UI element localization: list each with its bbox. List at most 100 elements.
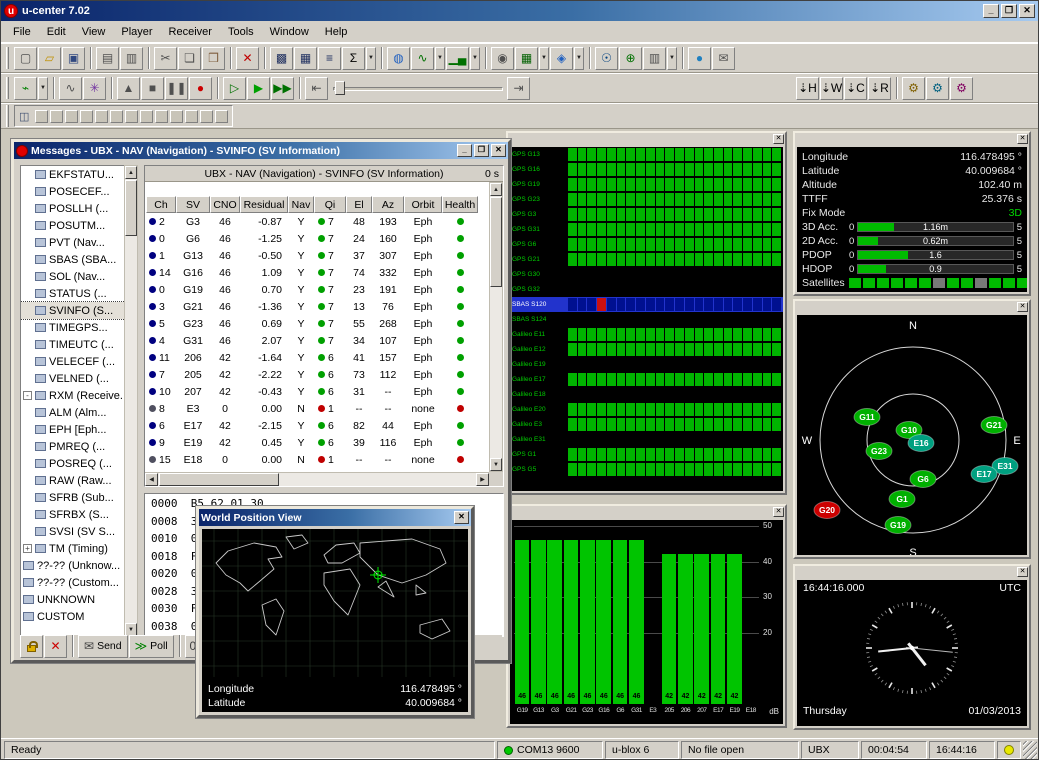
close-button[interactable]: ✕ [1019, 4, 1035, 18]
warmstart-button[interactable]: ⇣W [820, 77, 843, 100]
chart-view[interactable]: ∿ [411, 47, 434, 70]
tree-item-svinfo-s[interactable]: SVINFO (S... [21, 302, 137, 319]
world-position-window[interactable]: World Position View ✕ Longitude 116.4784… [196, 506, 474, 718]
table-h-scrollbar[interactable]: ◀ ▶ [145, 472, 489, 486]
connect-receiver[interactable]: ⌁ [14, 77, 37, 100]
menu-receiver[interactable]: Receiver [161, 23, 220, 41]
column-header-az[interactable]: Az [372, 196, 404, 213]
table-view[interactable]: ▦ [515, 47, 538, 70]
statistic-view[interactable]: Σ [342, 47, 365, 70]
packet-console[interactable]: ▩ [270, 47, 293, 70]
table-row[interactable]: 1G1346-0.50Y737307Eph [146, 247, 488, 264]
tree-item-sol-nav[interactable]: SOL (Nav... [21, 268, 137, 285]
clear-button[interactable]: ✕ [44, 635, 67, 658]
tree-item-svsi-sv-s[interactable]: SVSI (SV S... [21, 523, 137, 540]
sky-view-strip[interactable]: ✕ [795, 301, 1029, 313]
play-button[interactable]: ▶ [247, 77, 270, 100]
jump-to-start-button[interactable]: ⇤ [305, 77, 328, 100]
column-header-cno[interactable]: CNO [210, 196, 240, 213]
table-row[interactable]: 0G646-1.25Y724160Eph [146, 230, 488, 247]
tree-item-unknown[interactable]: UNKNOWN [21, 591, 137, 608]
jump-to-end-button[interactable]: ⇥ [507, 77, 530, 100]
tree-item-sfrbx-s[interactable]: SFRBX (S... [21, 506, 137, 523]
table-row[interactable]: 1020742-0.43Y631--Eph [146, 383, 488, 400]
debug-trace[interactable]: ✳ [83, 77, 106, 100]
camera-view[interactable]: ◉ [491, 47, 514, 70]
histogram-view-dropdown[interactable]: ▼ [470, 47, 480, 70]
table-row[interactable]: 14G16461.09Y774332Eph [146, 264, 488, 281]
scroll-up-button[interactable]: ▲ [125, 166, 137, 179]
menu-view[interactable]: View [74, 23, 114, 41]
tree-item-alm-alm[interactable]: ALM (Alm... [21, 404, 137, 421]
statistic-view-dropdown[interactable]: ▼ [366, 47, 376, 70]
tree-item-timegps[interactable]: TIMEGPS... [21, 319, 137, 336]
google-earth[interactable]: ● [688, 47, 711, 70]
tree-item-custom[interactable]: CUSTOM [21, 608, 137, 625]
tree-item-velned[interactable]: VELNED (... [21, 370, 137, 387]
coldstart-button[interactable]: ⇣C [844, 77, 867, 100]
maximize-button[interactable]: ❐ [1001, 4, 1017, 18]
map-view[interactable]: ◈ [550, 47, 573, 70]
tree-item-sbas-sba[interactable]: SBAS (SBA... [21, 251, 137, 268]
table-row[interactable]: 6E1742-2.15Y68244Eph [146, 417, 488, 434]
scroll-left-button[interactable]: ◀ [145, 473, 158, 486]
receiver-reset-button[interactable]: ⇣R [868, 77, 891, 100]
docking-windows[interactable]: ▥ [643, 47, 666, 70]
column-header-qi[interactable]: Qi [314, 196, 346, 213]
table-row[interactable]: 1120642-1.64Y641157Eph [146, 349, 488, 366]
print-preview[interactable]: ▥ [120, 47, 143, 70]
chart-view-dropdown[interactable]: ▼ [435, 47, 445, 70]
send-button[interactable]: ✉Send [78, 635, 128, 658]
tree-item-posecef[interactable]: POSECEF... [21, 183, 137, 200]
column-header-ch[interactable]: Ch [146, 196, 176, 213]
tree-item-posreq[interactable]: POSREQ (... [21, 455, 137, 472]
tree-expander[interactable]: + [23, 544, 32, 553]
menu-file[interactable]: File [5, 23, 39, 41]
tree-item-tm-timing[interactable]: +TM (Timing) [21, 540, 137, 557]
scroll-down-button[interactable]: ▼ [490, 458, 502, 471]
tree-item-pvt-nav[interactable]: PVT (Nav... [21, 234, 137, 251]
tree-item-unknow[interactable]: ??-?? (Unknow... [21, 557, 137, 574]
fast-forward-button[interactable]: ▶▶ [271, 77, 294, 100]
column-header-nav[interactable]: Nav [288, 196, 314, 213]
tree-item-velecef[interactable]: VELECEF (... [21, 353, 137, 370]
clock-panel-strip[interactable]: ✕ [795, 566, 1029, 578]
messages-maximize-button[interactable]: ❐ [474, 144, 489, 157]
gnss-config[interactable]: ⚙ [926, 77, 949, 100]
open-file[interactable]: ▱ [38, 47, 61, 70]
resize-grip[interactable] [1023, 741, 1037, 759]
record-button[interactable]: ● [189, 77, 212, 100]
tree-item-rxm-receive[interactable]: -RXM (Receive... [21, 387, 137, 404]
autosend-lock[interactable] [20, 635, 43, 658]
messages-minimize-button[interactable]: _ [457, 144, 472, 157]
playback-position-slider[interactable] [333, 79, 503, 97]
minimize-button[interactable]: _ [983, 4, 999, 18]
binary-console[interactable]: ▦ [294, 47, 317, 70]
menu-player[interactable]: Player [113, 23, 160, 41]
signal-history-close-button[interactable]: ✕ [773, 134, 784, 144]
stop-button[interactable]: ■ [141, 77, 164, 100]
table-view-dropdown[interactable]: ▼ [539, 47, 549, 70]
pause-button[interactable]: ❚❚ [165, 77, 188, 100]
table-row[interactable]: 5G23460.69Y755268Eph [146, 315, 488, 332]
tree-item-sfrb-sub[interactable]: SFRB (Sub... [21, 489, 137, 506]
data-panel-strip[interactable]: ✕ [795, 133, 1029, 145]
tree-item-status[interactable]: STATUS (... [21, 285, 137, 302]
column-header-residual[interactable]: Residual [240, 196, 288, 213]
data-panel-close-button[interactable]: ✕ [1017, 134, 1028, 144]
table-row[interactable]: 15E1800.00N1----none [146, 451, 488, 468]
preferences[interactable]: ⚙ [950, 77, 973, 100]
world-close-button[interactable]: ✕ [454, 511, 469, 524]
world-window-titlebar[interactable]: World Position View ✕ [199, 509, 471, 526]
world-position-view[interactable]: ◍ [387, 47, 410, 70]
save-file[interactable]: ▣ [62, 47, 85, 70]
print[interactable]: ▤ [96, 47, 119, 70]
tree-item-timeutc[interactable]: TIMEUTC (... [21, 336, 137, 353]
messages-config[interactable]: ⚙ [902, 77, 925, 100]
menu-edit[interactable]: Edit [39, 23, 74, 41]
delete[interactable]: ✕ [236, 47, 259, 70]
table-row[interactable]: 3G2146-1.36Y71376Eph [146, 298, 488, 315]
scroll-right-button[interactable]: ▶ [476, 473, 489, 486]
connect-receiver-dropdown[interactable]: ▼ [38, 77, 48, 100]
sky-view-button[interactable]: ☉ [595, 47, 618, 70]
